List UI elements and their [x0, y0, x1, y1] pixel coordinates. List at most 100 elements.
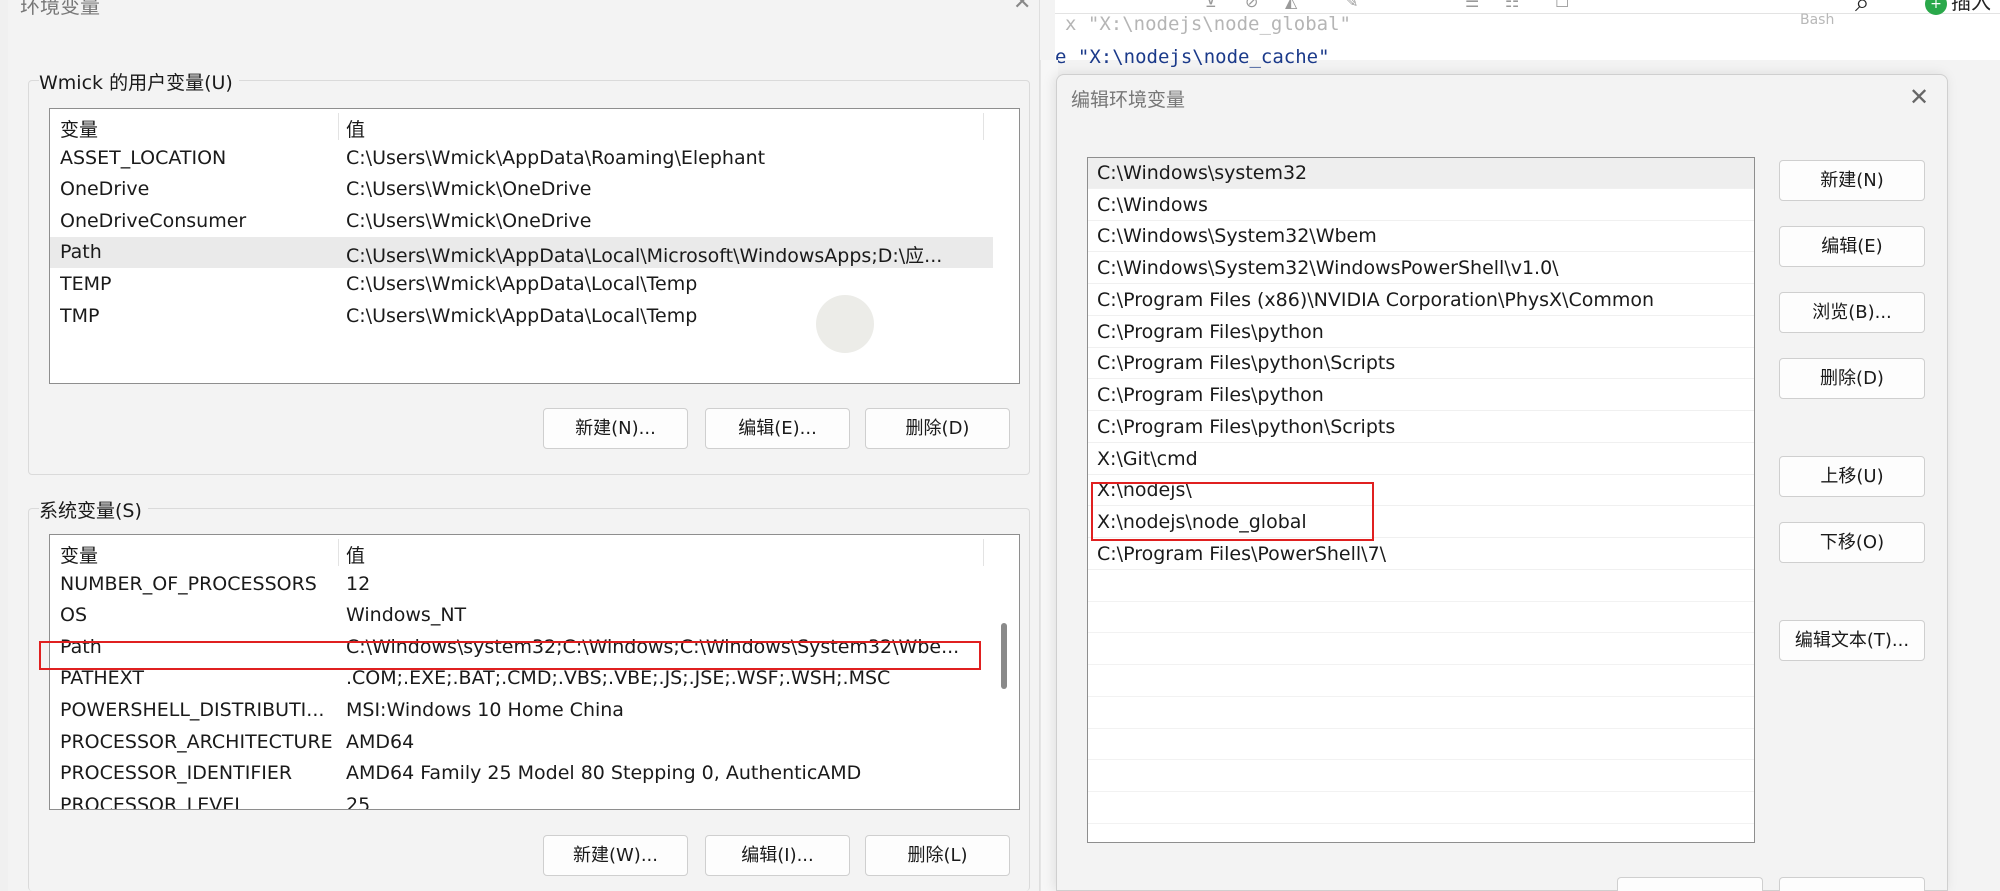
system-new-button[interactable]: 新建(W)...: [543, 835, 688, 876]
system-delete-button[interactable]: 删除(L): [865, 835, 1010, 876]
edit-environment-variable-dialog: 编辑环境变量 ✕ C:\Windows\system32 C:\Windows …: [1056, 74, 1948, 891]
user-new-button[interactable]: 新建(N)...: [543, 408, 688, 449]
list-item-empty[interactable]: [1088, 602, 1754, 633]
column-header-value[interactable]: 值: [346, 115, 991, 142]
list-item-empty[interactable]: [1088, 666, 1754, 697]
table-row[interactable]: PROCESSOR_LEVEL 25: [50, 790, 993, 810]
variable-value: C:\Users\Wmick\AppData\Roaming\Elephant: [346, 147, 766, 169]
environment-variables-window: 环境变量 ✕ Wmick 的用户变量(U) 变量 值 ASSET_LOCATIO…: [8, 0, 1040, 891]
path-entry: C:\Windows\System32\Wbem: [1097, 225, 1377, 247]
path-entry: X:\nodejs\: [1097, 479, 1192, 501]
variable-value: MSI:Windows 10 Home China: [346, 699, 624, 721]
column-separator[interactable]: [983, 113, 984, 140]
list-item-nodejs[interactable]: X:\nodejs\: [1088, 475, 1754, 506]
user-delete-button[interactable]: 删除(D): [865, 408, 1010, 449]
variable-value: .COM;.EXE;.BAT;.CMD;.VBS;.VBE;.JS;.JSE;.…: [346, 667, 891, 689]
code-line-faded: x "X:\nodejs\node_global": [1065, 13, 1351, 35]
table-row[interactable]: POWERSHELL_DISTRIBUTI... MSI:Windows 10 …: [50, 695, 993, 726]
list-item-empty[interactable]: [1088, 634, 1754, 665]
column-separator[interactable]: [983, 539, 984, 566]
list-item-empty[interactable]: [1088, 698, 1754, 729]
insert-label: 插入: [1951, 0, 1991, 14]
editor-toolbar: ⊻ ⊘ ◭ ✎ ☰ ☷ ☐ ▔ ⌕ + 插入: [1055, 0, 2000, 18]
user-variables-label: Wmick 的用户变量(U): [39, 68, 239, 95]
system-variables-label: 系统变量(S): [39, 496, 148, 523]
table-row[interactable]: OS Windows_NT: [50, 600, 993, 631]
paint-icon: ✎: [1345, 0, 1359, 11]
path-entry: X:\Git\cmd: [1097, 448, 1198, 470]
path-entry: C:\Program Files\PowerShell\7\: [1097, 543, 1387, 565]
delete-entry-button[interactable]: 删除(D): [1779, 358, 1925, 399]
list-item[interactable]: C:\Windows\System32\Wbem: [1088, 221, 1754, 252]
ok-button[interactable]: [1617, 877, 1763, 891]
variable-name: PATHEXT: [60, 667, 144, 689]
search-icon[interactable]: ⌕: [1855, 0, 1870, 19]
table-row[interactable]: OneDrive C:\Users\Wmick\OneDrive: [50, 174, 993, 205]
variable-value: C:\Users\Wmick\OneDrive: [346, 178, 592, 200]
variable-name: Path: [60, 636, 102, 658]
list-item[interactable]: C:\Windows\system32: [1088, 158, 1754, 189]
table-row[interactable]: ASSET_LOCATION C:\Users\Wmick\AppData\Ro…: [50, 143, 993, 174]
list-item[interactable]: X:\Git\cmd: [1088, 444, 1754, 475]
path-entry: C:\Program Files\python: [1097, 321, 1324, 343]
system-variables-list[interactable]: 变量 值 NUMBER_OF_PROCESSORS 12 OS Windows_…: [49, 534, 1020, 810]
underline-icon: ⊻: [1205, 0, 1217, 11]
column-separator[interactable]: [338, 113, 339, 140]
click-ripple: [816, 295, 874, 353]
browse-button[interactable]: 浏览(B)...: [1779, 292, 1925, 333]
vertical-scrollbar-thumb[interactable]: [1001, 623, 1007, 689]
list-item-empty[interactable]: [1088, 793, 1754, 824]
list-item[interactable]: C:\Windows\System32\WindowsPowerShell\v1…: [1088, 253, 1754, 284]
list-item-node-global[interactable]: X:\nodejs\node_global: [1088, 507, 1754, 538]
insert-button[interactable]: + 插入: [1925, 0, 1991, 15]
user-variables-list[interactable]: 变量 值 ASSET_LOCATION C:\Users\Wmick\AppDa…: [49, 108, 1020, 384]
user-edit-button[interactable]: 编辑(E)...: [705, 408, 850, 449]
align-icon: ▔: [1655, 0, 1668, 11]
variable-name: OS: [60, 604, 88, 626]
column-header-value[interactable]: 值: [346, 541, 991, 568]
move-up-button[interactable]: 上移(U): [1779, 456, 1925, 497]
list-item[interactable]: C:\Program Files\python: [1088, 380, 1754, 411]
path-entry: X:\nodejs\node_global: [1097, 511, 1307, 533]
table-row[interactable]: PATHEXT .COM;.EXE;.BAT;.CMD;.VBS;.VBE;.J…: [50, 663, 993, 694]
system-edit-button[interactable]: 编辑(I)...: [705, 835, 850, 876]
list-item-empty[interactable]: [1088, 571, 1754, 602]
close-icon[interactable]: ✕: [1909, 83, 1929, 111]
table-row-selected[interactable]: Path C:\Users\Wmick\AppData\Local\Micros…: [50, 237, 993, 268]
list-item[interactable]: C:\Program Files\python\Scripts: [1088, 348, 1754, 379]
list-header: 变量 值: [50, 111, 993, 142]
variable-value: C:\Users\Wmick\AppData\Local\Microsoft\W…: [346, 245, 943, 267]
column-separator[interactable]: [338, 539, 339, 566]
column-header-variable[interactable]: 变量: [60, 115, 335, 142]
variable-name: ASSET_LOCATION: [60, 147, 227, 169]
variable-value: 25: [346, 794, 371, 810]
edit-entry-button[interactable]: 编辑(E): [1779, 226, 1925, 267]
variable-value: C:\Users\Wmick\AppData\Local\Temp: [346, 273, 698, 295]
path-entry: C:\Program Files\python\Scripts: [1097, 352, 1396, 374]
list-item[interactable]: C:\Program Files (x86)\NVIDIA Corporatio…: [1088, 285, 1754, 316]
list-item-empty[interactable]: [1088, 761, 1754, 792]
column-header-variable[interactable]: 变量: [60, 541, 335, 568]
table-row[interactable]: NUMBER_OF_PROCESSORS 12: [50, 569, 993, 600]
variable-name: OneDriveConsumer: [60, 210, 247, 232]
table-row[interactable]: PROCESSOR_IDENTIFIER AMD64 Family 25 Mod…: [50, 758, 993, 789]
variable-name: Path: [60, 241, 102, 263]
edit-text-button[interactable]: 编辑文本(T)...: [1779, 620, 1925, 661]
list-item[interactable]: C:\Program Files\python: [1088, 317, 1754, 348]
cancel-button[interactable]: [1779, 877, 1925, 891]
variable-value: C:\Users\Wmick\AppData\Local\Temp: [346, 305, 698, 327]
variable-value: AMD64 Family 25 Model 80 Stepping 0, Aut…: [346, 762, 862, 784]
list-item-empty[interactable]: [1088, 729, 1754, 760]
table-row-path[interactable]: Path C:\Windows\system32;C:\Windows;C:\W…: [50, 632, 993, 663]
path-entries-list[interactable]: C:\Windows\system32 C:\Windows C:\Window…: [1087, 157, 1755, 843]
close-icon[interactable]: ✕: [1013, 0, 1031, 15]
path-entry: C:\Windows: [1097, 194, 1208, 216]
new-entry-button[interactable]: 新建(N): [1779, 160, 1925, 201]
link-icon: ⊘: [1245, 0, 1259, 11]
list-item[interactable]: C:\Windows: [1088, 190, 1754, 221]
list-item[interactable]: C:\Program Files\PowerShell\7\: [1088, 539, 1754, 570]
table-row[interactable]: OneDriveConsumer C:\Users\Wmick\OneDrive: [50, 206, 993, 237]
move-down-button[interactable]: 下移(O): [1779, 522, 1925, 563]
table-row[interactable]: PROCESSOR_ARCHITECTURE AMD64: [50, 727, 993, 758]
list-item[interactable]: C:\Program Files\python\Scripts: [1088, 412, 1754, 443]
